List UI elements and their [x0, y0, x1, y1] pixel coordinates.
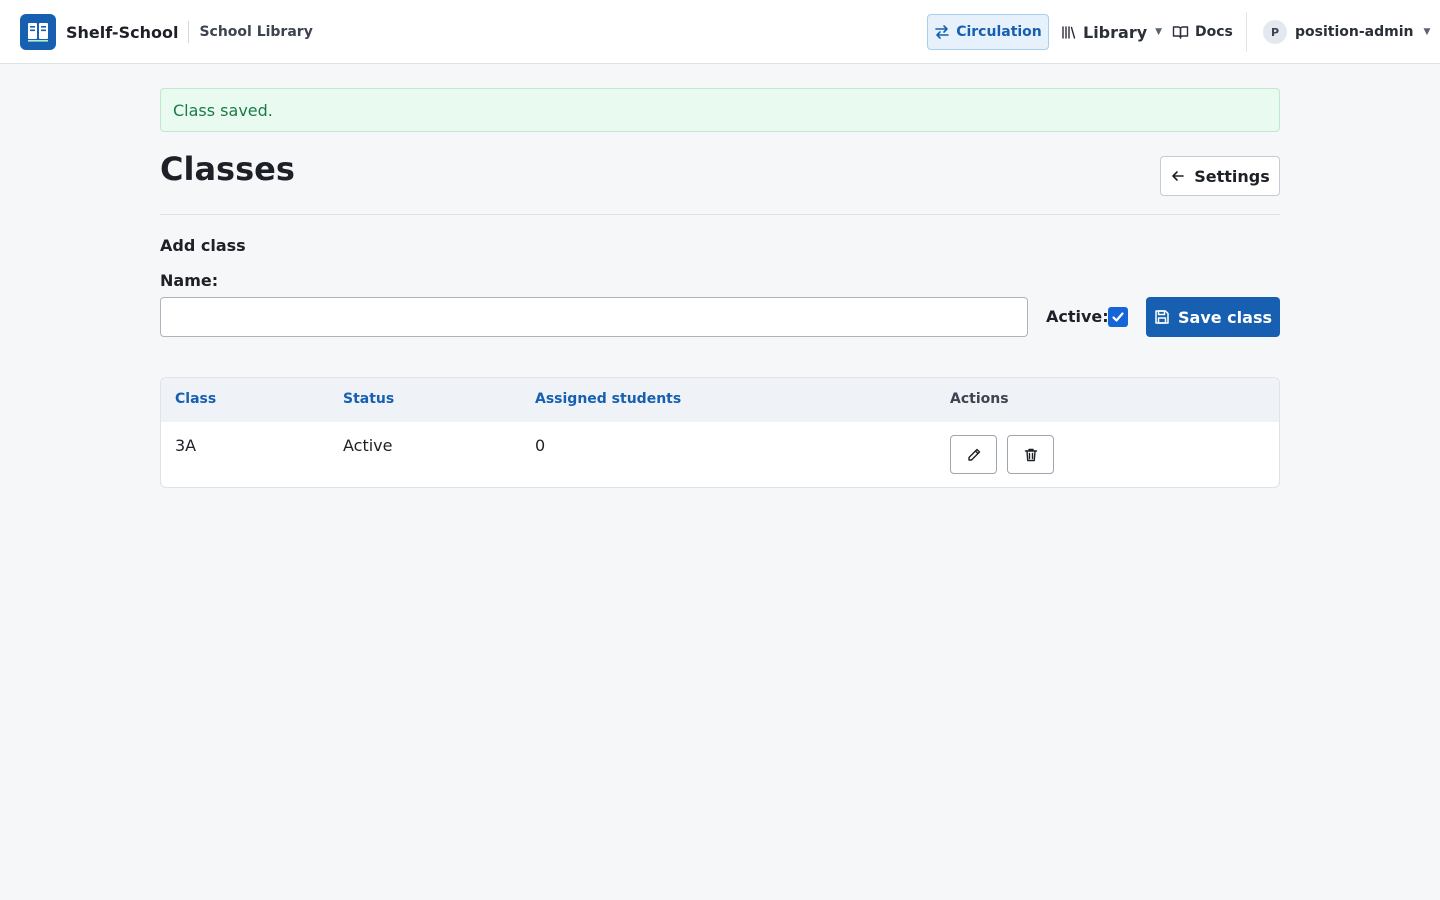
chevron-down-icon: ▼	[1423, 27, 1431, 37]
open-book-icon	[1172, 26, 1189, 39]
brand-subtitle: School Library	[199, 24, 313, 40]
user-name: position-admin	[1295, 24, 1414, 40]
settings-button-label: Settings	[1194, 166, 1270, 186]
active-checkbox[interactable]	[1108, 307, 1128, 327]
cell-status: Active	[343, 436, 393, 455]
brand-name: Shelf-School	[66, 22, 179, 42]
book-logo-icon	[20, 14, 56, 50]
column-header-assigned-students[interactable]: Assigned students	[535, 391, 681, 407]
top-navbar: Shelf-School School Library Circulation …	[0, 0, 1440, 64]
avatar: P	[1263, 20, 1287, 44]
alert-message: Class saved.	[173, 100, 273, 120]
column-header-actions: Actions	[950, 391, 1009, 407]
delete-class-button[interactable]	[1007, 435, 1054, 474]
nav-library-menu[interactable]: Library ▼	[1061, 14, 1162, 50]
column-header-class[interactable]: Class	[175, 391, 216, 407]
active-label: Active:	[1046, 307, 1109, 326]
nav-circulation-button[interactable]: Circulation	[927, 14, 1049, 50]
success-alert: Class saved.	[160, 88, 1280, 132]
nav-docs-label: Docs	[1195, 24, 1233, 40]
nav-library-label: Library	[1083, 22, 1148, 42]
table-header: Class Status Assigned students Actions	[161, 378, 1279, 422]
name-label: Name:	[160, 271, 219, 290]
cell-class: 3A	[175, 436, 197, 455]
add-class-heading: Add class	[160, 236, 246, 255]
arrow-left-icon	[1172, 171, 1185, 181]
back-to-settings-button[interactable]: Settings	[1160, 156, 1280, 196]
nav-docs-link[interactable]: Docs	[1172, 14, 1233, 50]
save-class-label: Save class	[1178, 307, 1272, 327]
column-header-status[interactable]: Status	[343, 391, 394, 407]
page-title: Classes	[160, 150, 295, 188]
trash-icon	[1024, 448, 1037, 461]
nav-divider	[1246, 12, 1247, 52]
class-name-input[interactable]	[160, 297, 1028, 337]
header-divider	[160, 214, 1280, 215]
library-shelf-icon	[1062, 26, 1076, 39]
brand[interactable]: Shelf-School School Library	[20, 14, 313, 50]
chevron-down-icon: ▼	[1155, 27, 1163, 37]
brand-divider	[188, 21, 190, 43]
nav-circulation-label: Circulation	[956, 24, 1042, 40]
edit-class-button[interactable]	[950, 435, 997, 474]
pencil-icon	[967, 448, 980, 461]
cell-assigned-students: 0	[535, 436, 546, 455]
swap-arrows-icon	[935, 25, 950, 39]
user-menu[interactable]: P position-admin ▼	[1263, 19, 1430, 45]
classes-table: Class Status Assigned students Actions 3…	[160, 377, 1280, 488]
checkmark-icon	[1112, 312, 1124, 322]
floppy-disk-icon	[1155, 310, 1169, 324]
save-class-button[interactable]: Save class	[1146, 297, 1280, 337]
